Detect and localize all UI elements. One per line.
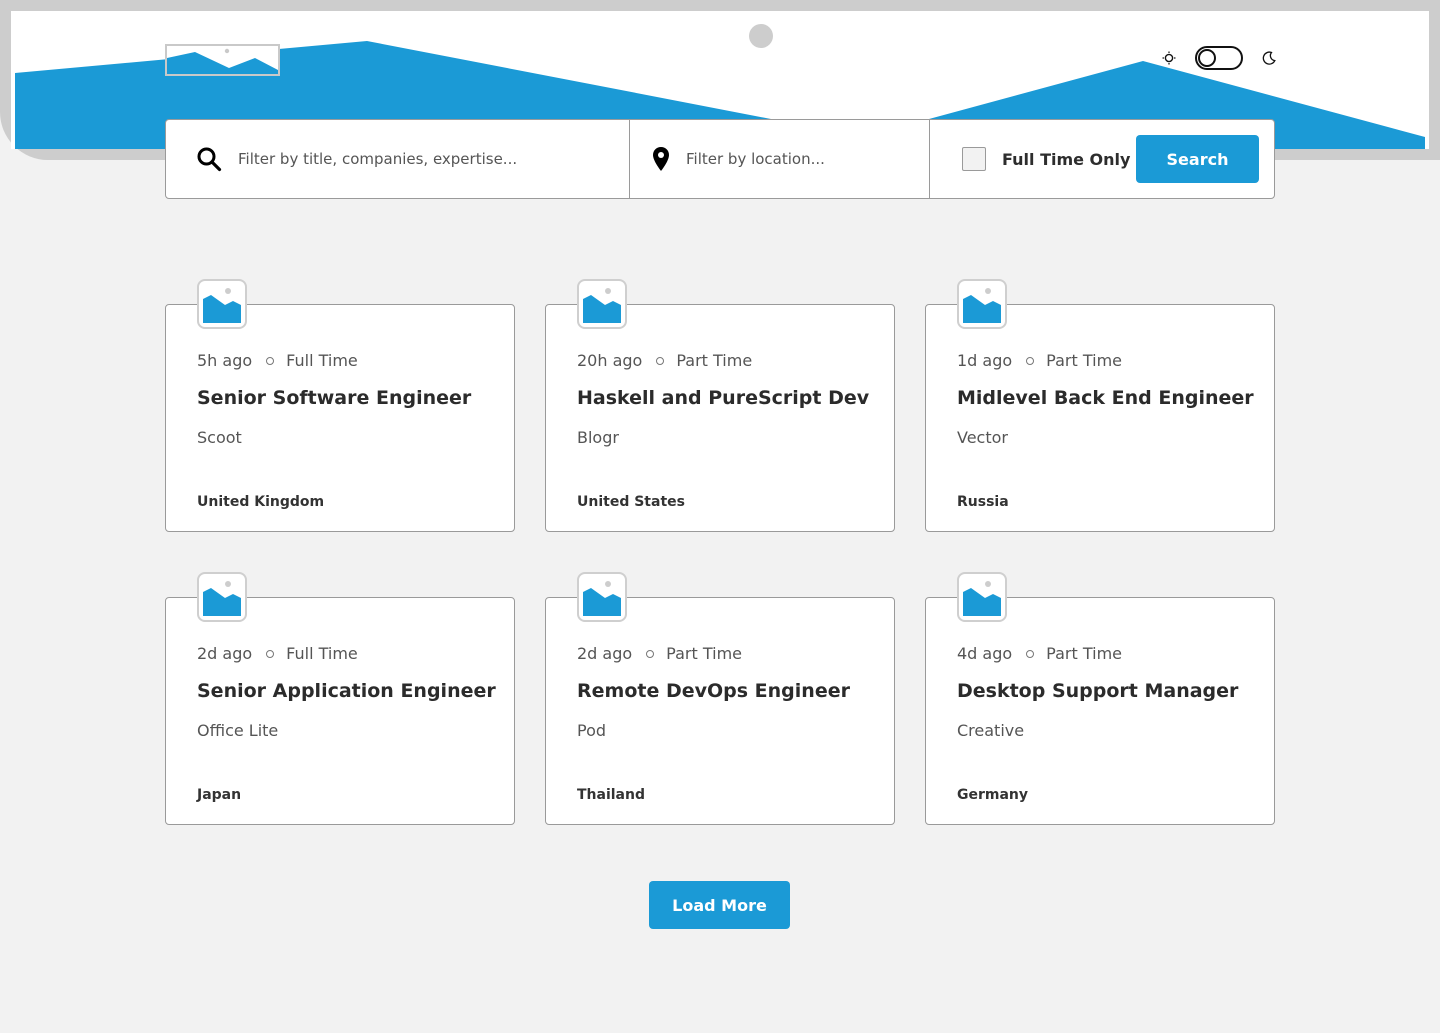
search-button[interactable]: Search bbox=[1136, 135, 1259, 183]
contract-type: Part Time bbox=[676, 351, 753, 370]
job-card[interactable]: 1d ago Part Time Midlevel Back End Enginee… bbox=[925, 279, 1275, 532]
job-location: Japan bbox=[197, 787, 242, 803]
contract-type: Full Time bbox=[286, 351, 358, 370]
location-pin-icon bbox=[653, 147, 669, 171]
load-more-button[interactable]: Load More bbox=[649, 881, 790, 929]
job-location: Thailand bbox=[577, 787, 645, 803]
contract-type: Part Time bbox=[1046, 644, 1122, 663]
posted-time: 1d ago bbox=[957, 351, 1013, 370]
job-location: Russia bbox=[957, 494, 1009, 510]
title-filter-input[interactable] bbox=[238, 150, 629, 168]
dark-mode-toggle[interactable] bbox=[1195, 46, 1243, 70]
title-filter bbox=[166, 120, 630, 198]
job-title[interactable]: Desktop Support Manager bbox=[957, 680, 1238, 702]
contract-type: Full Time bbox=[286, 644, 358, 663]
job-title[interactable]: Midlevel Back End Engineer bbox=[957, 387, 1254, 409]
separator-dot-icon bbox=[1026, 356, 1035, 365]
job-title[interactable]: Senior Software Engineer bbox=[197, 387, 471, 409]
company-logo bbox=[577, 279, 627, 329]
sun-icon bbox=[1162, 51, 1176, 65]
company-logo bbox=[197, 279, 247, 329]
separator-dot-icon bbox=[266, 649, 275, 658]
moon-icon bbox=[1262, 51, 1276, 65]
image-placeholder-icon bbox=[203, 581, 241, 616]
image-placeholder-icon bbox=[583, 288, 621, 323]
job-location: United States bbox=[577, 494, 685, 510]
company-name: Pod bbox=[577, 721, 607, 740]
image-placeholder-icon bbox=[167, 48, 278, 74]
company-name: Vector bbox=[957, 428, 1008, 447]
job-title[interactable]: Senior Application Engineer bbox=[197, 680, 496, 702]
company-logo bbox=[957, 572, 1007, 622]
job-meta: 4d ago Part Time bbox=[957, 644, 1122, 663]
posted-time: 5h ago bbox=[197, 351, 253, 370]
company-name: Creative bbox=[957, 721, 1025, 740]
theme-switch bbox=[1160, 44, 1280, 72]
job-card[interactable]: 4d ago Part Time Desktop Support Manager Cr… bbox=[925, 572, 1275, 825]
full-time-label[interactable]: Full Time Only bbox=[1002, 150, 1130, 169]
image-placeholder-icon bbox=[203, 288, 241, 323]
posted-time: 2d ago bbox=[577, 644, 633, 663]
sun-dot-decoration bbox=[749, 24, 773, 48]
search-icon bbox=[197, 147, 222, 172]
location-filter-input[interactable] bbox=[686, 150, 929, 168]
full-time-checkbox[interactable] bbox=[962, 147, 986, 171]
posted-time: 2d ago bbox=[197, 644, 253, 663]
job-location: United Kingdom bbox=[197, 494, 325, 510]
job-title[interactable]: Remote DevOps Engineer bbox=[577, 680, 850, 702]
job-title[interactable]: Haskell and PureScript Dev bbox=[577, 387, 869, 409]
job-card[interactable]: 2d ago Full Time Senior Application Engine… bbox=[165, 572, 515, 825]
company-name: Blogr bbox=[577, 428, 619, 447]
company-logo bbox=[957, 279, 1007, 329]
separator-dot-icon bbox=[266, 356, 275, 365]
job-meta: 2d ago Full Time bbox=[197, 644, 358, 663]
job-meta: 5h ago Full Time bbox=[197, 351, 358, 370]
separator-dot-icon bbox=[646, 649, 655, 658]
job-meta: 1d ago Part Time bbox=[957, 351, 1122, 370]
posted-time: 20h ago bbox=[577, 351, 643, 370]
job-location: Germany bbox=[957, 787, 1029, 803]
contract-type: Part Time bbox=[666, 644, 742, 663]
company-logo bbox=[197, 572, 247, 622]
job-meta: 20h ago Part Time bbox=[577, 351, 752, 370]
image-placeholder-icon bbox=[963, 288, 1001, 323]
job-card[interactable]: 20h ago Part Time Haskell and PureScript D… bbox=[545, 279, 895, 532]
contract-type: Part Time bbox=[1046, 351, 1122, 370]
image-placeholder-icon bbox=[583, 581, 621, 616]
image-placeholder-icon bbox=[963, 581, 1001, 616]
search-filter-bar: Full Time Only Search bbox=[165, 119, 1275, 199]
logo[interactable] bbox=[165, 44, 280, 76]
job-card[interactable]: 5h ago Full Time Senior Software Engineer S… bbox=[165, 279, 515, 532]
separator-dot-icon bbox=[656, 356, 665, 365]
company-name: Scoot bbox=[197, 428, 242, 447]
posted-time: 4d ago bbox=[957, 644, 1013, 663]
company-name: Office Lite bbox=[197, 721, 279, 740]
full-time-filter: Full Time Only Search bbox=[930, 120, 1274, 198]
location-filter bbox=[630, 120, 930, 198]
job-card[interactable]: 2d ago Part Time Remote DevOps Engineer Pod… bbox=[545, 572, 895, 825]
separator-dot-icon bbox=[1026, 649, 1035, 658]
job-meta: 2d ago Part Time bbox=[577, 644, 742, 663]
toggle-knob bbox=[1198, 49, 1216, 67]
company-logo bbox=[577, 572, 627, 622]
